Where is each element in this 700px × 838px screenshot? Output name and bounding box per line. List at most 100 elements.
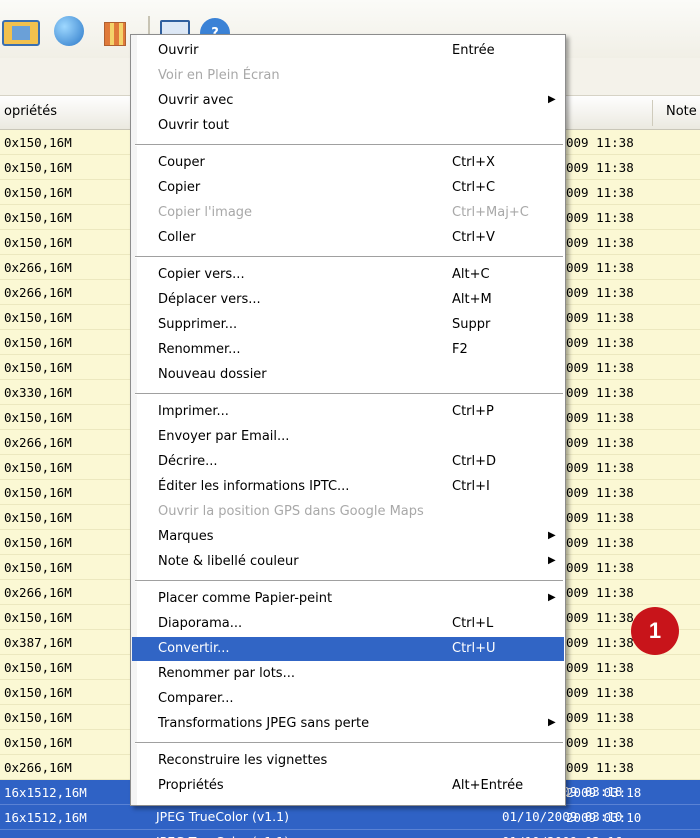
cell-dimensions: 0x330,16M bbox=[4, 385, 72, 400]
menu-item-shortcut: Ctrl+U bbox=[452, 641, 496, 656]
menu-item-copier-vers[interactable]: Copier vers... Alt+C bbox=[132, 263, 564, 287]
menu-item-shortcut: Entrée bbox=[452, 43, 495, 58]
menu-item-decrire[interactable]: Décrire... Ctrl+D bbox=[132, 450, 564, 474]
menu-separator bbox=[135, 742, 563, 744]
cell-dimensions: 0x150,16M bbox=[4, 160, 72, 175]
film-strip-icon[interactable] bbox=[2, 20, 40, 46]
cell-type: JPEG TrueColor (v1.1) bbox=[156, 834, 289, 838]
menu-item-label: Note & libellé couleur bbox=[158, 554, 299, 569]
table-row[interactable]: 16x1512,16MJPEG TrueColor (v1.1)01/10/20… bbox=[0, 805, 700, 830]
menu-item-label: Couper bbox=[158, 155, 205, 170]
menu-item-label: Déplacer vers... bbox=[158, 292, 261, 307]
menu-item-note-libelle-couleur[interactable]: Note & libellé couleur ▶ bbox=[132, 550, 564, 574]
menu-item-reconstruire-les-vignettes[interactable]: Reconstruire les vignettes bbox=[132, 749, 564, 773]
menu-item-proprietes[interactable]: Propriétés Alt+Entrée bbox=[132, 774, 564, 798]
cell-dimensions: 0x266,16M bbox=[4, 760, 72, 775]
submenu-arrow-icon: ▶ bbox=[548, 530, 556, 541]
cell-date: 009 11:38 bbox=[566, 460, 634, 475]
cell-dimensions: 0x150,16M bbox=[4, 235, 72, 250]
menu-item-label: Nouveau dossier bbox=[158, 367, 267, 382]
menu-separator bbox=[135, 144, 563, 146]
cell-date: 009 11:38 bbox=[566, 510, 634, 525]
menu-item-renommer[interactable]: Renommer... F2 bbox=[132, 338, 564, 362]
menu-item-label: Ouvrir tout bbox=[158, 118, 229, 133]
menu-item-supprimer[interactable]: Supprimer... Suppr bbox=[132, 313, 564, 337]
menu-item-label: Copier bbox=[158, 180, 201, 195]
menu-item-ouvrir-tout[interactable]: Ouvrir tout bbox=[132, 114, 564, 138]
cell-dimensions: 0x266,16M bbox=[4, 260, 72, 275]
menu-item-label: Transformations JPEG sans perte bbox=[158, 716, 370, 731]
menu-item-copier[interactable]: Copier Ctrl+C bbox=[132, 176, 564, 200]
menu-item-shortcut: Alt+C bbox=[452, 267, 490, 282]
menu-item-voir-en-plein-ecran[interactable]: Voir en Plein Écran bbox=[132, 64, 564, 88]
cell-dimensions: 0x150,16M bbox=[4, 685, 72, 700]
menu-item-comparer[interactable]: Comparer... bbox=[132, 687, 564, 711]
menu-item-transformations-jpeg-sans-perte[interactable]: Transformations JPEG sans perte ▶ bbox=[132, 712, 564, 736]
submenu-arrow-icon: ▶ bbox=[548, 592, 556, 603]
cell-dimensions: 0x150,16M bbox=[4, 135, 72, 150]
menu-item-convertir[interactable]: Convertir... Ctrl+U bbox=[132, 637, 564, 661]
menu-item-marques[interactable]: Marques ▶ bbox=[132, 525, 564, 549]
menu-item-diaporama[interactable]: Diaporama... Ctrl+L bbox=[132, 612, 564, 636]
cell-date: 009 11:38 bbox=[566, 660, 634, 675]
menu-item-label: Supprimer... bbox=[158, 317, 238, 332]
menu-item-label: Reconstruire les vignettes bbox=[158, 753, 328, 768]
menu-item-label: Diaporama... bbox=[158, 616, 243, 631]
menu-item-shortcut: Ctrl+C bbox=[452, 180, 496, 195]
menu-item-editer-les-informations-iptc[interactable]: Éditer les informations IPTC... Ctrl+I bbox=[132, 475, 564, 499]
menu-item-coller[interactable]: Coller Ctrl+V bbox=[132, 226, 564, 250]
cell-dimensions: 0x266,16M bbox=[4, 435, 72, 450]
menu-item-copier-l-image[interactable]: Copier l'image Ctrl+Maj+C bbox=[132, 201, 564, 225]
column-note[interactable]: Note bbox=[666, 104, 697, 119]
menu-item-label: Copier vers... bbox=[158, 267, 245, 282]
globe-icon[interactable] bbox=[54, 16, 84, 46]
cell-date: 009 11:38 bbox=[566, 610, 634, 625]
cell-dimensions: 0x150,16M bbox=[4, 310, 72, 325]
cell-dimensions: 16x1512,16M bbox=[4, 785, 87, 800]
menu-item-label: Renommer par lots... bbox=[158, 666, 295, 681]
cell-date: 009 11:38 bbox=[566, 285, 634, 300]
cell-dimensions: 0x150,16M bbox=[4, 335, 72, 350]
menu-item-label: Marques bbox=[158, 529, 214, 544]
menu-item-imprimer[interactable]: Imprimer... Ctrl+P bbox=[132, 400, 564, 424]
cell-date: 009 11:38 bbox=[566, 710, 634, 725]
menu-item-label: Copier l'image bbox=[158, 205, 253, 220]
cell-dimensions: 0x150,16M bbox=[4, 660, 72, 675]
cell-date: 009 11:38 bbox=[566, 160, 634, 175]
menu-item-renommer-par-lots[interactable]: Renommer par lots... bbox=[132, 662, 564, 686]
menu-item-shortcut: Ctrl+L bbox=[452, 616, 494, 631]
menu-item-nouveau-dossier[interactable]: Nouveau dossier bbox=[132, 363, 564, 387]
cell-date: 009 11:38 bbox=[566, 685, 634, 700]
menu-item-shortcut: Ctrl+P bbox=[452, 404, 494, 419]
menu-item-ouvrir[interactable]: Ouvrir Entrée bbox=[132, 39, 564, 63]
cell-dimensions: 0x266,16M bbox=[4, 585, 72, 600]
cell-dimensions: 0x150,16M bbox=[4, 735, 72, 750]
cell-date: 2009 03:10 bbox=[566, 810, 642, 825]
cell-date: 009 11:38 bbox=[566, 185, 634, 200]
menu-item-deplacer-vers[interactable]: Déplacer vers... Alt+M bbox=[132, 288, 564, 312]
menu-item-label: Envoyer par Email... bbox=[158, 429, 290, 444]
menu-item-label: Placer comme Papier-peint bbox=[158, 591, 333, 606]
menu-item-envoyer-par-email[interactable]: Envoyer par Email... bbox=[132, 425, 564, 449]
cell-date: 009 11:38 bbox=[566, 635, 634, 650]
cell-type: JPEG TrueColor (v1.1) bbox=[156, 809, 289, 824]
menu-item-ouvrir-la-position-gps-dans-google-maps[interactable]: Ouvrir la position GPS dans Google Maps bbox=[132, 500, 564, 524]
menu-item-couper[interactable]: Couper Ctrl+X bbox=[132, 151, 564, 175]
column-properties[interactable]: opriétés bbox=[4, 104, 57, 119]
menu-item-placer-comme-papier-peint[interactable]: Placer comme Papier-peint ▶ bbox=[132, 587, 564, 611]
menu-item-label: Décrire... bbox=[158, 454, 218, 469]
cell-date: 009 11:38 bbox=[566, 485, 634, 500]
menu-item-label: Convertir... bbox=[158, 641, 230, 656]
menu-item-label: Coller bbox=[158, 230, 196, 245]
cell-date: 009 11:38 bbox=[566, 360, 634, 375]
menu-item-label: Éditer les informations IPTC... bbox=[158, 479, 350, 494]
cell-dimensions: 16x1512,16M bbox=[4, 810, 87, 825]
cell-dimensions: 0x150,16M bbox=[4, 460, 72, 475]
cell-date: 009 11:38 bbox=[566, 235, 634, 250]
cell-date: 009 11:38 bbox=[566, 735, 634, 750]
table-row[interactable]: 16x1512,16MJPEG TrueColor (v1.1)01/10/20… bbox=[0, 830, 700, 838]
menu-item-ouvrir-avec[interactable]: Ouvrir avec ▶ bbox=[132, 89, 564, 113]
grid-view-icon[interactable] bbox=[104, 22, 126, 46]
cell-date: 009 11:38 bbox=[566, 260, 634, 275]
column-divider[interactable] bbox=[652, 100, 653, 126]
